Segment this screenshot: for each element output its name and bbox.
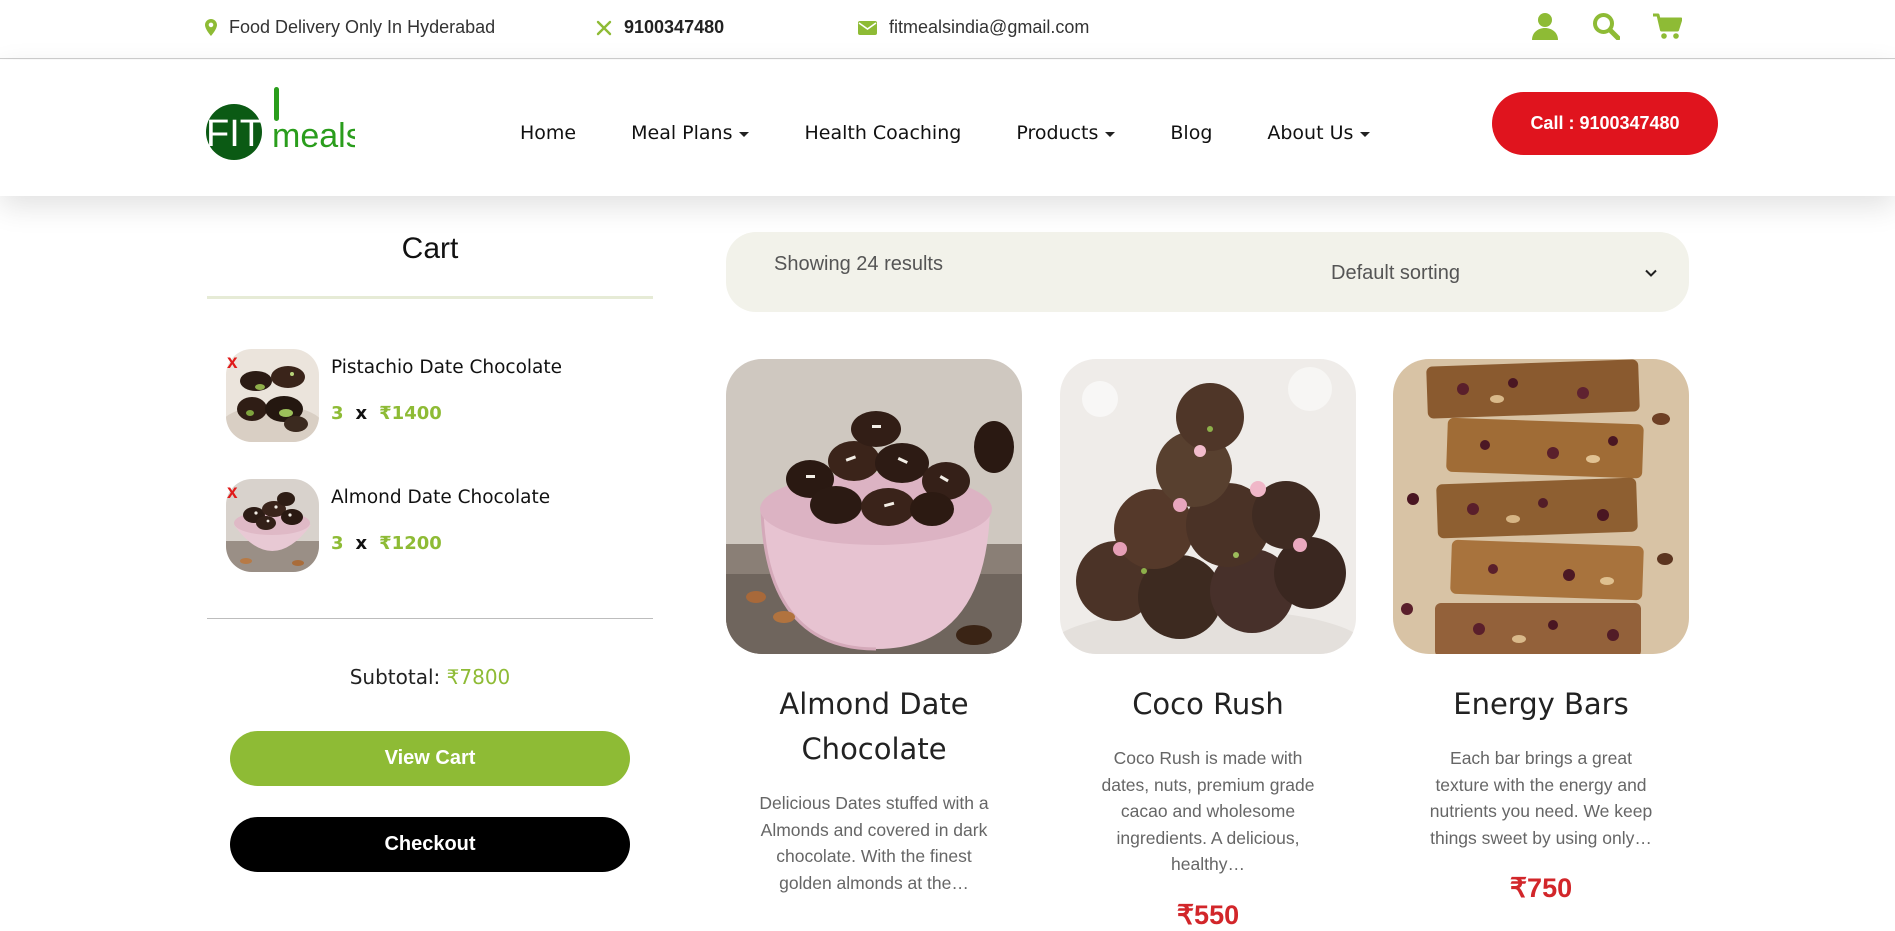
nav-home[interactable]: Home xyxy=(520,122,576,144)
subtotal-label: Subtotal: xyxy=(349,665,441,689)
sorting-select[interactable]: Default sorting xyxy=(1331,258,1657,288)
cart-subtotal: Subtotal: ₹7800 xyxy=(207,665,653,689)
product-image[interactable] xyxy=(1060,359,1356,654)
energy-bars-photo xyxy=(1393,359,1689,654)
top-bar: Food Delivery Only In Hyderabad 91003474… xyxy=(0,0,1895,59)
product-card: Almond Date Chocolate Delicious Dates st… xyxy=(726,359,1022,896)
email-text[interactable]: fitmealsindia@gmail.com xyxy=(889,17,1089,38)
svg-text:meals: meals xyxy=(272,117,355,155)
almond-date-chocolate-photo xyxy=(726,359,1022,654)
product-card: Coco Rush Coco Rush is made with dates, … xyxy=(1060,359,1356,931)
product-name[interactable]: Almond Date Chocolate xyxy=(726,682,1022,772)
subtotal-value: ₹7800 xyxy=(446,665,511,689)
remove-item-icon[interactable]: x xyxy=(227,483,238,502)
pistachio-chocolate-image xyxy=(226,349,319,442)
user-icon[interactable] xyxy=(1530,12,1560,40)
product-card: Energy Bars Each bar brings a great text… xyxy=(1393,359,1689,904)
nav-about-us[interactable]: About Us xyxy=(1267,122,1371,144)
sorting-selected-value: Default sorting xyxy=(1331,261,1460,284)
product-description: Coco Rush is made with dates, nuts, prem… xyxy=(1101,748,1315,874)
cart-item-name[interactable]: Pistachio Date Chocolate xyxy=(331,357,562,378)
product-name[interactable]: Coco Rush xyxy=(1060,682,1356,727)
location-pin-icon xyxy=(205,19,217,36)
phone-text[interactable]: 9100347480 xyxy=(624,17,724,38)
location-info: Food Delivery Only In Hyderabad xyxy=(205,17,495,38)
remove-item-icon[interactable]: x xyxy=(227,353,238,372)
results-count: Showing 24 results xyxy=(774,253,943,275)
main-nav: Home Meal Plans Health Coaching Products… xyxy=(520,122,1371,144)
cart-item: x Pistachio Date Chocolate 3 x ₹1400 xyxy=(226,349,656,443)
svg-text:FIT: FIT xyxy=(206,113,263,155)
cart-title: Cart xyxy=(401,232,459,265)
cart-item-qty-price: 3 x ₹1400 xyxy=(331,403,442,424)
caret-down-icon xyxy=(739,131,750,137)
coco-rush-photo xyxy=(1060,359,1356,654)
location-text: Food Delivery Only In Hyderabad xyxy=(229,17,496,37)
envelope-icon xyxy=(858,20,877,35)
product-description: Each bar brings a great texture with the… xyxy=(1429,748,1653,848)
cart-item: x Almond Date Chocolate 3 x ₹1200 xyxy=(226,479,656,573)
search-icon[interactable] xyxy=(1592,12,1620,40)
cart-item-qty-price: 3 x ₹1200 xyxy=(331,533,442,554)
cart-item-name[interactable]: Almond Date Chocolate xyxy=(331,487,550,508)
main-header: FIT meals Home Meal Plans Health Coachin… xyxy=(0,60,1895,196)
close-icon xyxy=(596,20,612,35)
header-icons xyxy=(1530,12,1682,40)
call-button[interactable]: Call : 9100347480 xyxy=(1492,92,1718,155)
product-price: ₹750 xyxy=(1509,873,1573,903)
product-name[interactable]: Energy Bars xyxy=(1393,682,1689,727)
email-info[interactable]: fitmealsindia@gmail.com xyxy=(858,17,1089,38)
checkout-button[interactable]: Checkout xyxy=(230,817,630,872)
nav-health-coaching[interactable]: Health Coaching xyxy=(804,122,961,144)
results-toolbar: Showing 24 results Default sorting xyxy=(726,232,1689,312)
nav-products[interactable]: Products xyxy=(1016,122,1116,144)
product-image[interactable] xyxy=(726,359,1022,654)
cart-item-thumbnail[interactable] xyxy=(226,479,319,572)
cart-icon[interactable] xyxy=(1652,12,1682,40)
nav-meal-plans[interactable]: Meal Plans xyxy=(631,122,750,144)
cart-divider xyxy=(207,296,653,299)
almond-chocolate-image xyxy=(226,479,319,572)
product-description: Delicious Dates stuffed with a Almonds a… xyxy=(759,793,989,893)
chevron-down-icon xyxy=(1645,269,1657,277)
cart-item-thumbnail[interactable] xyxy=(226,349,319,442)
product-image[interactable] xyxy=(1393,359,1689,654)
caret-down-icon xyxy=(1360,131,1371,137)
caret-down-icon xyxy=(1105,131,1116,137)
cart-divider xyxy=(207,618,653,619)
phone-info[interactable]: 9100347480 xyxy=(596,17,724,38)
nav-blog[interactable]: Blog xyxy=(1170,122,1212,144)
fitmeals-logo[interactable]: FIT meals xyxy=(205,87,355,161)
view-cart-button[interactable]: View Cart xyxy=(230,731,630,786)
